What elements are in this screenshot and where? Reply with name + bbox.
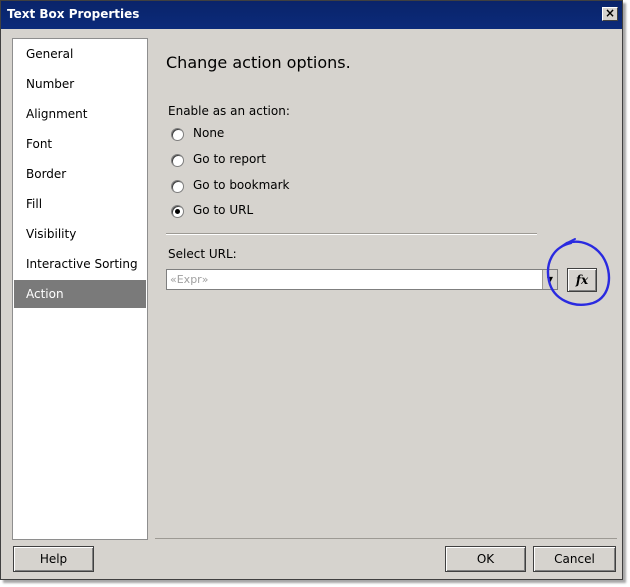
sidebar-item-general[interactable]: General bbox=[14, 40, 146, 68]
section-divider bbox=[166, 233, 537, 235]
text-box-properties-dialog: Text Box Properties × General Number Ali… bbox=[0, 0, 623, 580]
radio-go-to-bookmark-label: Go to bookmark bbox=[193, 178, 290, 192]
dialog-title: Text Box Properties bbox=[7, 7, 140, 21]
radio-go-to-report-button[interactable] bbox=[171, 154, 184, 167]
title-bar[interactable]: Text Box Properties × bbox=[1, 1, 622, 29]
radio-none-label: None bbox=[193, 126, 225, 140]
enable-action-label: Enable as an action: bbox=[168, 104, 290, 118]
sidebar-item-fill[interactable]: Fill bbox=[14, 190, 146, 218]
sidebar-item-visibility[interactable]: Visibility bbox=[14, 220, 146, 248]
close-icon: × bbox=[604, 6, 616, 20]
sidebar-item-number[interactable]: Number bbox=[14, 70, 146, 98]
close-button[interactable]: × bbox=[602, 7, 618, 21]
url-expression-input[interactable] bbox=[167, 270, 543, 289]
url-expression-combobox[interactable]: ▼ bbox=[166, 269, 558, 290]
hand-drawn-circle-annotation bbox=[546, 238, 611, 306]
sidebar-item-font[interactable]: Font bbox=[14, 130, 146, 158]
ok-button[interactable]: OK bbox=[445, 546, 526, 572]
radio-none-button[interactable] bbox=[171, 128, 184, 141]
cancel-button[interactable]: Cancel bbox=[533, 546, 616, 572]
sidebar-item-action[interactable]: Action bbox=[14, 280, 146, 308]
sidebar-nav: General Number Alignment Font Border Fil… bbox=[12, 38, 148, 540]
radio-go-to-url-label: Go to URL bbox=[193, 203, 254, 217]
select-url-label: Select URL: bbox=[168, 247, 237, 261]
sidebar-item-border[interactable]: Border bbox=[14, 160, 146, 188]
radio-go-to-url-button[interactable] bbox=[171, 205, 184, 218]
radio-go-to-bookmark-button[interactable] bbox=[171, 180, 184, 193]
page-title: Change action options. bbox=[166, 53, 351, 72]
radio-go-to-report-label: Go to report bbox=[193, 152, 266, 166]
footer-divider bbox=[155, 538, 617, 539]
help-button[interactable]: Help bbox=[13, 546, 94, 572]
sidebar-item-alignment[interactable]: Alignment bbox=[14, 100, 146, 128]
sidebar-item-interactive-sorting[interactable]: Interactive Sorting bbox=[14, 250, 146, 278]
